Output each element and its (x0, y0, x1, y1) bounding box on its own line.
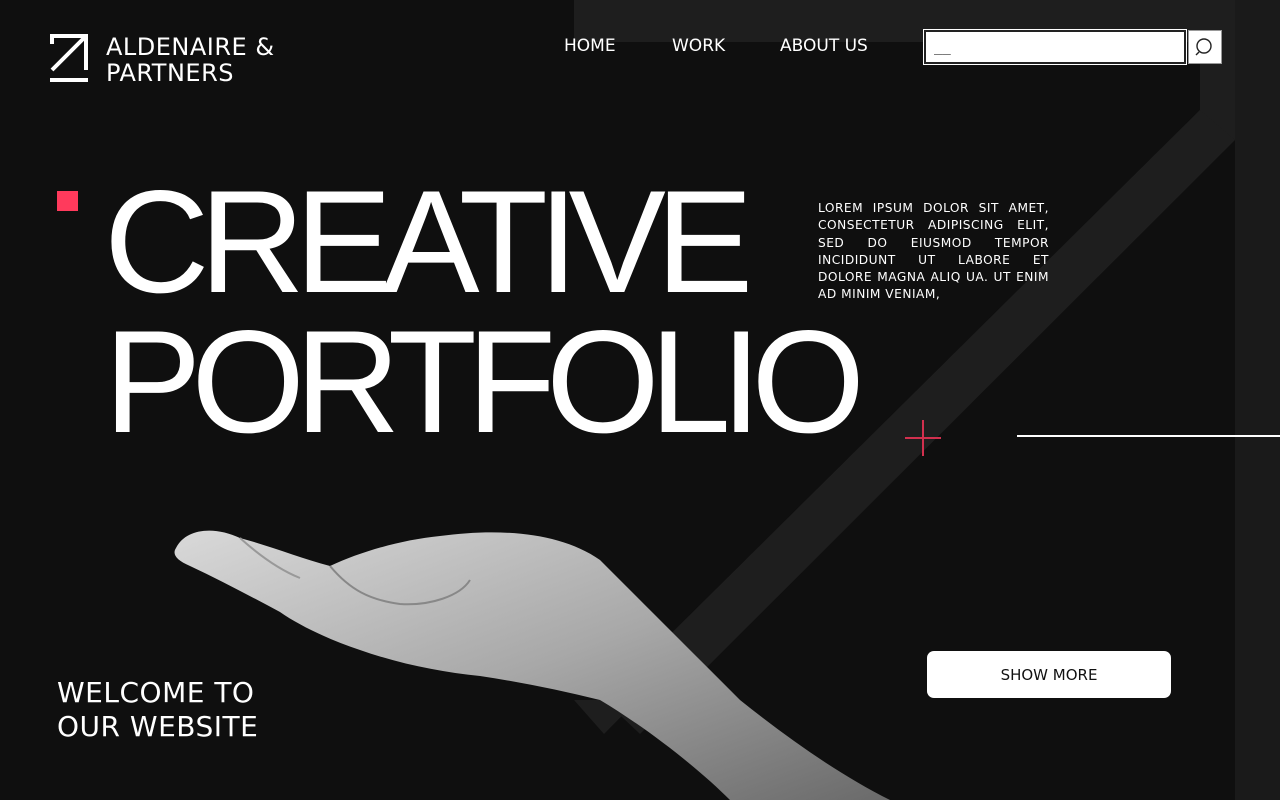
accent-square (57, 191, 78, 211)
nav-item-work[interactable]: WORK (672, 36, 725, 56)
hero-title-line1: CREATIVE (104, 160, 753, 323)
brand-name-line1: ALDENAIRE & (106, 33, 275, 61)
search-icon (1195, 38, 1212, 56)
search-input[interactable] (923, 29, 1187, 65)
arrow-up-right-logo-icon (50, 34, 88, 82)
brand-logo[interactable]: ALDENAIRE & PARTNERS (50, 34, 275, 86)
welcome-text: WELCOME TO OUR WEBSITE (57, 676, 258, 744)
plus-icon (905, 420, 941, 456)
welcome-line2: OUR WEBSITE (57, 710, 259, 743)
divider-line (1017, 435, 1280, 437)
nav-item-about-us[interactable]: ABOUT US (780, 36, 868, 56)
brand-name: ALDENAIRE & PARTNERS (106, 34, 275, 86)
hero-title-line2: PORTFOLIO (104, 300, 865, 463)
search-bar (923, 29, 1222, 65)
intro-text: LOREM IPSUM DOLOR SIT AMET, CONSECTETUR … (818, 201, 1049, 302)
show-more-button[interactable]: SHOW MORE (927, 651, 1171, 698)
search-button[interactable] (1188, 30, 1222, 64)
brand-name-line2: PARTNERS (106, 59, 234, 87)
welcome-line1: WELCOME TO (57, 676, 255, 709)
hero-title: CREATIVE PORTFOLIO (104, 160, 865, 463)
nav-item-home[interactable]: HOME (564, 36, 616, 56)
